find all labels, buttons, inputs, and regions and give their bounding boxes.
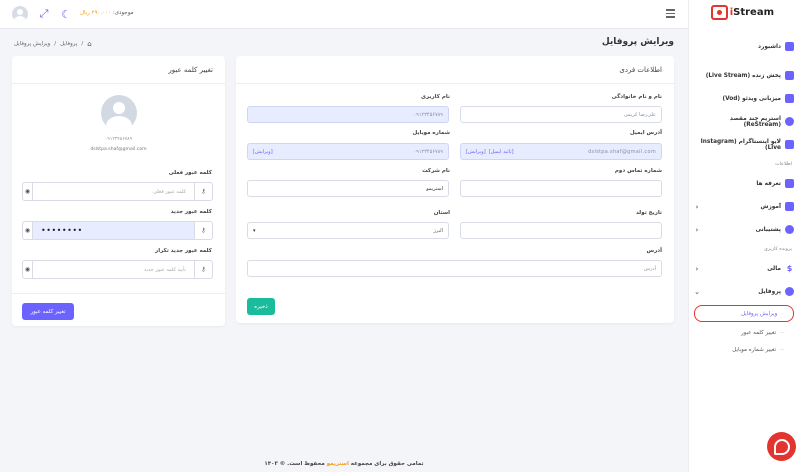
mobile-label: شماره موبایل [412, 130, 450, 136]
birthdate-field[interactable] [460, 222, 662, 239]
live-icon [785, 71, 794, 80]
balance-label: موجودی: [112, 10, 134, 16]
section-user: پرونده کاربری [764, 246, 792, 252]
username-field: ۰۹۱۲۳۴۵۶۷۸۹ [247, 106, 449, 123]
home-icon [785, 42, 794, 51]
save-button[interactable]: ذخیره [247, 298, 275, 315]
tag-icon [785, 179, 794, 188]
support-icon [785, 225, 794, 234]
eye-icon[interactable]: ◉ [22, 221, 32, 240]
breadcrumb: ⌂ / پروفایل / ویرایش پروفایل [14, 40, 92, 48]
phone2-field[interactable] [460, 180, 662, 197]
username-label: نام کاربری [420, 94, 450, 100]
chevron-left-icon: ‹ [695, 264, 699, 273]
company-field[interactable]: استریمو [247, 180, 449, 197]
sidebar-item-live[interactable]: پخش زنده (Live Stream) [688, 64, 800, 87]
dollar-icon: $ [786, 264, 793, 273]
eye-icon[interactable]: ◉ [22, 260, 32, 279]
email-field: dslstpa.shaf@gmail.com [تائید ایمیل] [وی… [460, 143, 662, 160]
new-password-label: کلمه عبور جدید [170, 209, 212, 215]
logo-text: iStream [729, 7, 774, 18]
sidebar-subitem-change-password[interactable]: -- تغییر کلمه عبور [688, 324, 800, 341]
user-icon [785, 287, 794, 296]
chevron-left-icon: ‹ [695, 202, 699, 211]
phone2-label: شماره تماس دوم [614, 168, 662, 174]
email-label: آدرس ایمیل [629, 130, 662, 136]
key-icon: ⚷ [195, 221, 213, 240]
email-verify-link[interactable]: [تائید ایمیل] [489, 149, 514, 155]
chevron-left-icon: ‹ [695, 225, 699, 234]
address-label: آدرس [646, 248, 662, 254]
sidebar-subitem-change-mobile[interactable]: -- تغییر شماره موبایل [688, 341, 800, 358]
password-card-title: تغییر کلمه عبور [168, 65, 213, 74]
user-avatar[interactable] [12, 6, 28, 22]
top-bar: ⤢ ☾ موجودی: ۲۹۰,۰۰۰ ریال [0, 0, 688, 29]
profile-email: dslstpa.shaf@gmail.com [90, 147, 147, 152]
sidebar-subitem-edit-profile[interactable]: · ویرایش پروفایل [694, 305, 794, 322]
expand-icon[interactable]: ⤢ [37, 7, 51, 21]
moon-icon[interactable]: ☾ [59, 7, 73, 21]
profile-card-title: اطلاعات فردی [619, 65, 662, 74]
sidebar-item-support[interactable]: پشتیبانی ‹ [688, 218, 800, 241]
current-password-input[interactable]: کلمه عبور فعلی [32, 182, 195, 201]
profile-phone: ۰۹۱۲۳۴۵۶۷۸۹ [104, 137, 133, 142]
current-password-group: ◉ کلمه عبور فعلی ⚷ [22, 182, 213, 201]
repeat-password-label: کلمه عبور جدید تکرار [155, 248, 212, 254]
sidebar: iStream داشبورد پخش زنده (Live Stream) م… [688, 0, 800, 472]
eye-icon[interactable]: ◉ [22, 182, 32, 201]
name-label: نام و نام خانوادگی [611, 94, 663, 100]
balance-amount: ۲۹۰,۰۰۰ ریال [80, 10, 112, 16]
sidebar-item-restream[interactable]: استریم چند مقصد (ReStream) [688, 110, 800, 133]
company-label: نام شرکت [422, 168, 450, 174]
name-field[interactable]: علی‌رضا کریمی [460, 106, 662, 123]
home-icon[interactable]: ⌂ [87, 40, 91, 48]
breadcrumb-item: ویرایش پروفایل [14, 41, 51, 47]
profile-avatar [101, 95, 137, 131]
menu-toggle-icon[interactable] [666, 9, 675, 18]
graduation-icon [785, 202, 794, 211]
birthdate-label: تاریخ تولد [636, 210, 662, 216]
balance: موجودی: ۲۹۰,۰۰۰ ریال [80, 10, 133, 16]
footer: تمامی حقوق برای مجموعه استریمو محفوظ است… [264, 461, 424, 467]
sidebar-item-dashboard[interactable]: داشبورد [688, 35, 800, 58]
mobile-field: ۰۹۱۲۳۴۵۶۷۸۹ [ویرایش] [247, 143, 449, 160]
footer-brand-link[interactable]: استریمو [327, 461, 349, 467]
repeat-password-input[interactable]: تأیید کلمه عبور جدید [32, 260, 195, 279]
province-select[interactable]: البرز ▾ [247, 222, 449, 239]
password-card-header: تغییر کلمه عبور [12, 56, 225, 84]
restream-icon [785, 117, 794, 126]
page-title: ویرایش پروفایل [601, 37, 674, 47]
mobile-edit-link[interactable]: [ویرایش] [253, 149, 273, 155]
instagram-icon [785, 140, 794, 149]
repeat-password-group: ◉ تأیید کلمه عبور جدید ⚷ [22, 260, 213, 279]
change-password-button[interactable]: تغییر کلمه عبور [22, 303, 74, 320]
profile-card-header: اطلاعات فردی [236, 56, 674, 84]
key-icon: ⚷ [195, 260, 213, 279]
email-edit-link[interactable]: [ویرایش] [466, 149, 486, 155]
sidebar-item-training[interactable]: آموزش ‹ [688, 195, 800, 218]
logo[interactable]: iStream [710, 5, 774, 20]
sidebar-item-profile[interactable]: پروفایل ⌄ [688, 280, 800, 303]
key-icon: ⚷ [195, 182, 213, 201]
province-label: استان [433, 210, 450, 216]
caret-down-icon: ▾ [253, 227, 256, 234]
chevron-down-icon: ⌄ [694, 287, 700, 296]
chat-support-button[interactable] [767, 432, 796, 461]
address-field[interactable]: آدرس [247, 260, 662, 277]
sidebar-item-vod[interactable]: میزبانی ویدئو (Vod) [688, 87, 800, 110]
section-info: اطلاعات [775, 161, 792, 167]
new-password-input[interactable]: •••••••• [32, 221, 195, 240]
sidebar-item-pricing[interactable]: تعرفه ها [688, 172, 800, 195]
divider [12, 293, 225, 294]
sidebar-item-finance[interactable]: $ مالی ‹ [688, 257, 800, 280]
video-icon [785, 94, 794, 103]
current-password-label: کلمه عبور فعلی [168, 170, 212, 176]
sidebar-item-instagram[interactable]: لایو اینستاگرام (Instagram Live) [688, 133, 800, 156]
logo-icon [710, 5, 728, 20]
new-password-group: ◉ •••••••• ⚷ [22, 221, 213, 240]
breadcrumb-item[interactable]: پروفایل [60, 41, 77, 47]
